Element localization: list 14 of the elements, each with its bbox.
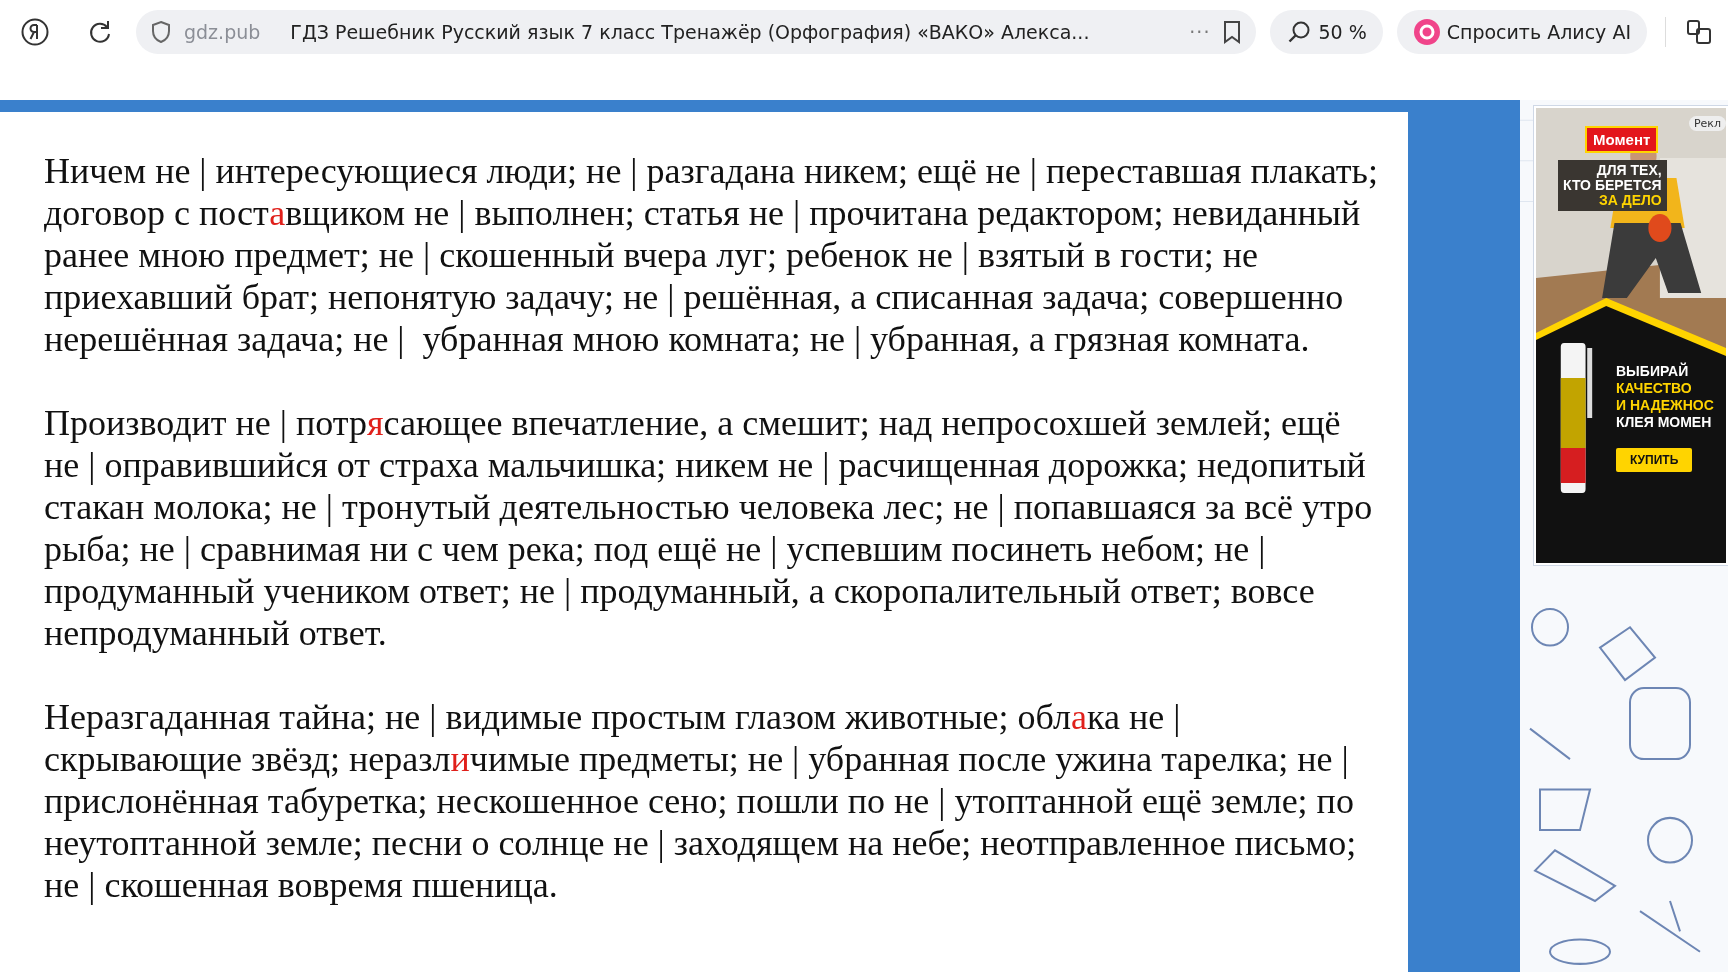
site-domain: gdz.pub [184, 21, 261, 43]
extensions-icon[interactable] [1684, 17, 1714, 47]
exercise-text: Производит не | потрясающее впечатление, а смешит; над непросохшей землей; ещё не | оправившийся от страха мальчишка; никем не | расчищенная дорожка; недопитый стакан молока; не | тронутый деятельностью человека лес; не | попавшаяся за всё утро рыба; не | сравнимая ни с чем река; под ещё не | успевшим посинеть небом; не | продуманный учеником ответ; не | продуманный, а скоропалительный ответ; вовсе непродуманный ответ. [44, 402, 1373, 654]
page-title: ГДЗ Решебник Русский язык 7 класс Тренажёр (Орфография) «ВАКО» Алекса... [290, 21, 1091, 43]
exercise-text: Ничем не | интересующиеся люди; не | разгадана никем; ещё не | переставшая плакать; договор с поставщиком не | выполнен; статья не | прочитана редактором; невиданный ранее мною предмет; не | скошенный вчера луг; ребенок не | взятый в гости; не приехавший брат; непонятую задачу; не | решённая, а списанная задача; совершенно нерешённая задача; не | убранная мною комната; не | убранная, а грязная комната. [44, 150, 1378, 360]
more-button[interactable]: ··· [1189, 21, 1211, 43]
address-bar[interactable]: gdz.pub ГДЗ Решебник Русский язык 7 класс Тренажёр (Орфография) «ВАКО» Алекса... ··· [136, 10, 1257, 54]
bookmark-icon[interactable] [1222, 20, 1243, 44]
shield-icon[interactable] [150, 20, 172, 44]
exercise-text: Неразгаданная тайна; не | видимые простым глазом животные; облака не | скрывающие звёзд; неразличимые предметы; не | убранная после ужина тарелка; не | прислонённая табуретка; нескошенное сено; пошли по не | утоптанной ещё земле; по неутоптанной земле; песни о солнце не | заходящем на небе; неотправленное письмо; не | скошенная вовремя пшеница. [44, 696, 1357, 906]
browser-logo-icon[interactable] [20, 17, 50, 47]
zoom-button[interactable]: 50 % [1270, 10, 1383, 54]
assistant-icon [1412, 18, 1441, 46]
assistant-button[interactable]: Спросить Алису AI [1396, 10, 1647, 54]
